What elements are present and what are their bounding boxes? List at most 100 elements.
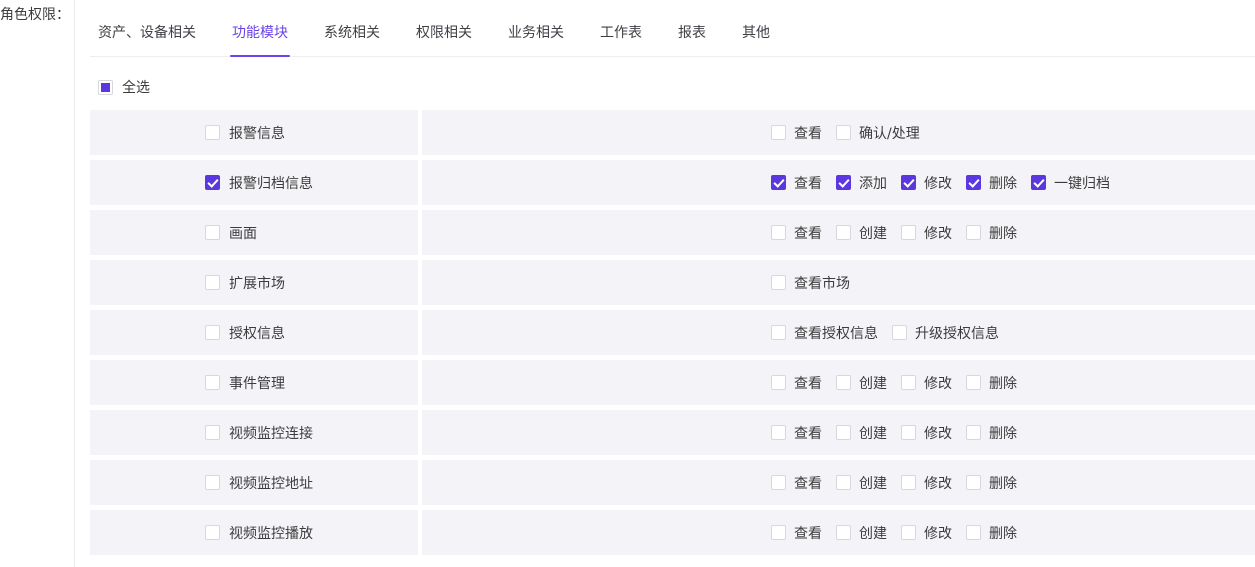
action-checkbox[interactable] bbox=[901, 375, 916, 390]
action-checkbox[interactable] bbox=[771, 525, 786, 540]
action-checkbox[interactable] bbox=[966, 175, 981, 190]
action-checkbox[interactable] bbox=[771, 325, 786, 340]
permission-module-cell[interactable]: 视频监控播放 bbox=[90, 510, 418, 555]
action-checkbox[interactable] bbox=[771, 275, 786, 290]
action-checkbox[interactable] bbox=[901, 525, 916, 540]
permission-action[interactable]: 修改 bbox=[901, 373, 952, 393]
permission-action[interactable]: 查看 bbox=[771, 523, 822, 543]
permission-action[interactable]: 查看 bbox=[771, 223, 822, 243]
permission-module-cell[interactable]: 报警信息 bbox=[90, 110, 418, 155]
permission-action[interactable]: 确认/处理 bbox=[836, 123, 920, 143]
tab-label: 资产、设备相关 bbox=[98, 25, 196, 41]
permission-action[interactable]: 修改 bbox=[901, 523, 952, 543]
action-checkbox[interactable] bbox=[771, 125, 786, 140]
action-checkbox[interactable] bbox=[966, 425, 981, 440]
action-checkbox[interactable] bbox=[901, 225, 916, 240]
module-label: 扩展市场 bbox=[229, 275, 285, 292]
tab-5[interactable]: 工作表 bbox=[600, 26, 642, 56]
action-label: 查看市场 bbox=[794, 275, 850, 292]
action-checkbox[interactable] bbox=[892, 325, 907, 340]
action-checkbox[interactable] bbox=[836, 225, 851, 240]
module-label: 授权信息 bbox=[229, 325, 285, 342]
tab-0[interactable]: 资产、设备相关 bbox=[98, 26, 196, 56]
permission-module-cell[interactable]: 授权信息 bbox=[90, 310, 418, 355]
select-all-row[interactable]: 全选 bbox=[98, 69, 1255, 105]
module-checkbox[interactable] bbox=[205, 525, 220, 540]
permission-action[interactable]: 查看 bbox=[771, 173, 822, 193]
action-checkbox[interactable] bbox=[901, 425, 916, 440]
permission-actions-cell: 查看 创建 修改 删除 bbox=[422, 510, 1255, 555]
permission-action[interactable]: 删除 bbox=[966, 473, 1017, 493]
permission-action[interactable]: 查看 bbox=[771, 373, 822, 393]
action-checkbox[interactable] bbox=[836, 525, 851, 540]
permission-action[interactable]: 修改 bbox=[901, 423, 952, 443]
permission-action[interactable]: 查看授权信息 bbox=[771, 323, 878, 343]
permission-action[interactable]: 创建 bbox=[836, 373, 887, 393]
permission-action[interactable]: 查看 bbox=[771, 123, 822, 143]
action-checkbox[interactable] bbox=[901, 175, 916, 190]
permission-row: 扩展市场 查看市场 bbox=[90, 260, 1255, 305]
action-checkbox[interactable] bbox=[771, 175, 786, 190]
module-checkbox[interactable] bbox=[205, 275, 220, 290]
action-checkbox[interactable] bbox=[836, 125, 851, 140]
action-checkbox[interactable] bbox=[1031, 175, 1046, 190]
module-checkbox[interactable] bbox=[205, 225, 220, 240]
action-checkbox[interactable] bbox=[966, 475, 981, 490]
permission-action[interactable]: 查看市场 bbox=[771, 273, 850, 293]
action-checkbox[interactable] bbox=[771, 425, 786, 440]
action-checkbox[interactable] bbox=[836, 425, 851, 440]
permission-module-cell[interactable]: 画面 bbox=[90, 210, 418, 255]
permission-module-cell[interactable]: 扩展市场 bbox=[90, 260, 418, 305]
permission-action[interactable]: 添加 bbox=[836, 173, 887, 193]
action-checkbox[interactable] bbox=[771, 225, 786, 240]
permission-actions-cell: 查看 添加 修改 删除 一键归档 bbox=[422, 160, 1255, 205]
permission-action[interactable]: 修改 bbox=[901, 223, 952, 243]
permission-action[interactable]: 查看 bbox=[771, 423, 822, 443]
permission-action[interactable]: 修改 bbox=[901, 173, 952, 193]
module-checkbox[interactable] bbox=[205, 425, 220, 440]
action-label: 修改 bbox=[924, 525, 952, 542]
permission-action[interactable]: 创建 bbox=[836, 423, 887, 443]
module-checkbox[interactable] bbox=[205, 375, 220, 390]
permission-module-cell[interactable]: 视频监控地址 bbox=[90, 460, 418, 505]
permission-action[interactable]: 修改 bbox=[901, 473, 952, 493]
permission-module-cell[interactable]: 视频监控连接 bbox=[90, 410, 418, 455]
permission-action[interactable]: 升级授权信息 bbox=[892, 323, 999, 343]
action-checkbox[interactable] bbox=[836, 475, 851, 490]
permission-module-cell[interactable]: 事件管理 bbox=[90, 360, 418, 405]
permission-action[interactable]: 创建 bbox=[836, 473, 887, 493]
permission-action[interactable]: 删除 bbox=[966, 173, 1017, 193]
module-checkbox[interactable] bbox=[205, 475, 220, 490]
permission-action[interactable]: 删除 bbox=[966, 523, 1017, 543]
tab-6[interactable]: 报表 bbox=[678, 26, 706, 56]
permission-action[interactable]: 删除 bbox=[966, 373, 1017, 393]
action-checkbox[interactable] bbox=[966, 525, 981, 540]
permission-action[interactable]: 查看 bbox=[771, 473, 822, 493]
permission-action[interactable]: 一键归档 bbox=[1031, 173, 1110, 193]
action-label: 查看 bbox=[794, 425, 822, 442]
action-checkbox[interactable] bbox=[901, 475, 916, 490]
module-checkbox[interactable] bbox=[205, 125, 220, 140]
module-checkbox[interactable] bbox=[205, 175, 220, 190]
action-checkbox[interactable] bbox=[836, 175, 851, 190]
action-checkbox[interactable] bbox=[966, 225, 981, 240]
permission-action[interactable]: 创建 bbox=[836, 223, 887, 243]
tab-1[interactable]: 功能模块 bbox=[230, 26, 290, 57]
module-label: 画面 bbox=[229, 225, 257, 242]
action-checkbox[interactable] bbox=[836, 375, 851, 390]
action-label: 创建 bbox=[859, 525, 887, 542]
tab-4[interactable]: 业务相关 bbox=[508, 26, 564, 56]
action-checkbox[interactable] bbox=[771, 475, 786, 490]
permission-action[interactable]: 创建 bbox=[836, 523, 887, 543]
action-label: 查看 bbox=[794, 525, 822, 542]
permission-action[interactable]: 删除 bbox=[966, 423, 1017, 443]
select-all-checkbox[interactable] bbox=[98, 79, 113, 95]
tab-7[interactable]: 其他 bbox=[742, 26, 770, 56]
module-checkbox[interactable] bbox=[205, 325, 220, 340]
action-checkbox[interactable] bbox=[966, 375, 981, 390]
tab-3[interactable]: 权限相关 bbox=[416, 26, 472, 56]
permission-module-cell[interactable]: 报警归档信息 bbox=[90, 160, 418, 205]
tab-2[interactable]: 系统相关 bbox=[324, 26, 380, 56]
action-checkbox[interactable] bbox=[771, 375, 786, 390]
permission-action[interactable]: 删除 bbox=[966, 223, 1017, 243]
